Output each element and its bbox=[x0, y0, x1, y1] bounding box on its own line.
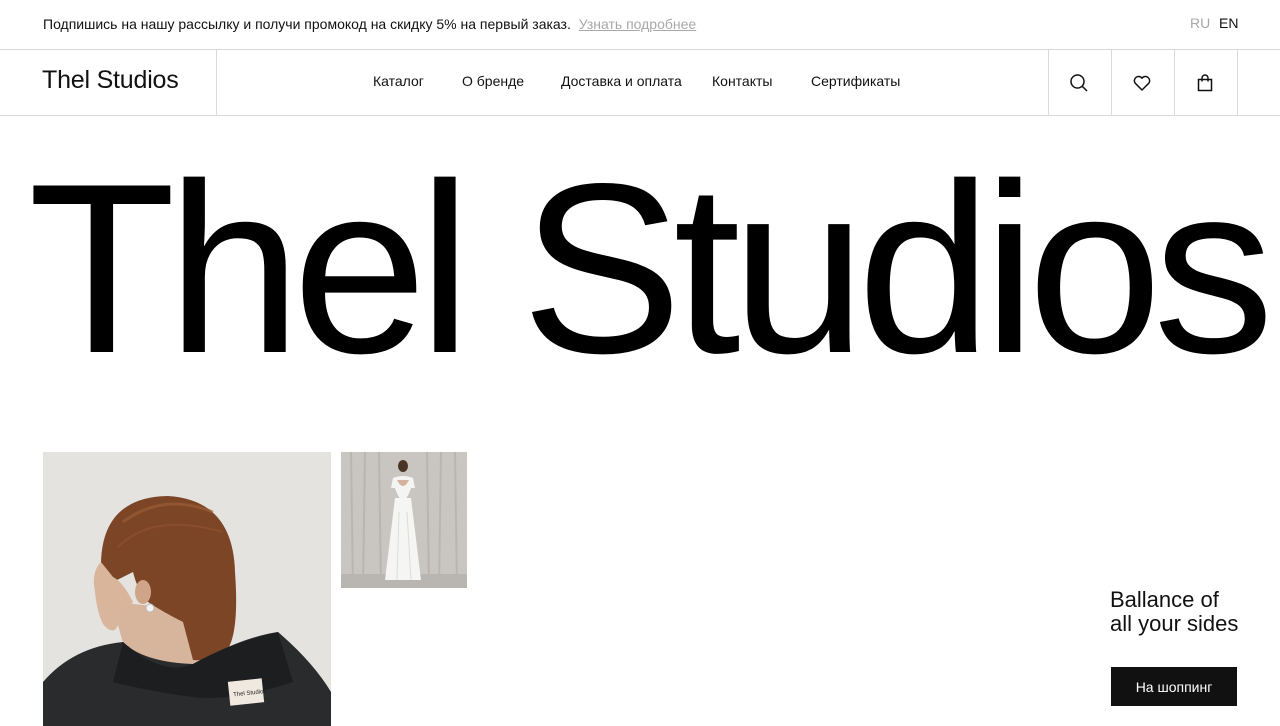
heart-icon bbox=[1133, 75, 1151, 91]
nav-about-brand[interactable]: О бренде bbox=[462, 73, 524, 89]
hero-photo-white-dress bbox=[341, 452, 467, 588]
hero-photo-woman-back: Thel Studios bbox=[43, 452, 331, 726]
promo-bar: Подпишись на нашу рассылку и получи пром… bbox=[0, 0, 1280, 50]
promo-learn-more-link[interactable]: Узнать подробнее bbox=[579, 16, 696, 32]
site-logo[interactable]: Thel Studios bbox=[42, 66, 179, 95]
nav-certificates[interactable]: Сертификаты bbox=[811, 73, 900, 89]
header-divider bbox=[216, 50, 217, 115]
promo-text: Подпишись на нашу рассылку и получи пром… bbox=[43, 16, 571, 32]
search-icon bbox=[1070, 73, 1088, 92]
language-en-button[interactable]: EN bbox=[1219, 15, 1238, 31]
shopping-button[interactable]: На шоппинг bbox=[1111, 667, 1237, 706]
site-header: Thel Studios Каталог О бренде Доставка и… bbox=[0, 50, 1280, 116]
hero-title: Thel Studios bbox=[28, 134, 1274, 404]
favorites-button[interactable] bbox=[1111, 50, 1173, 115]
search-button[interactable] bbox=[1048, 50, 1110, 115]
header-divider bbox=[1237, 50, 1238, 115]
bag-icon bbox=[1197, 73, 1213, 91]
nav-delivery-payment[interactable]: Доставка и оплата bbox=[561, 73, 682, 89]
language-ru-button[interactable]: RU bbox=[1190, 15, 1210, 31]
hero-tagline-line: Ballance of bbox=[1110, 587, 1219, 612]
nav-catalog[interactable]: Каталог bbox=[373, 73, 424, 89]
hero-tagline-line: all your sides bbox=[1110, 611, 1239, 636]
hero-tagline: Ballance of all your sides bbox=[1110, 588, 1270, 636]
promo-message: Подпишись на нашу рассылку и получи пром… bbox=[43, 16, 696, 32]
cart-button[interactable] bbox=[1174, 50, 1236, 115]
nav-contacts[interactable]: Контакты bbox=[712, 73, 772, 89]
